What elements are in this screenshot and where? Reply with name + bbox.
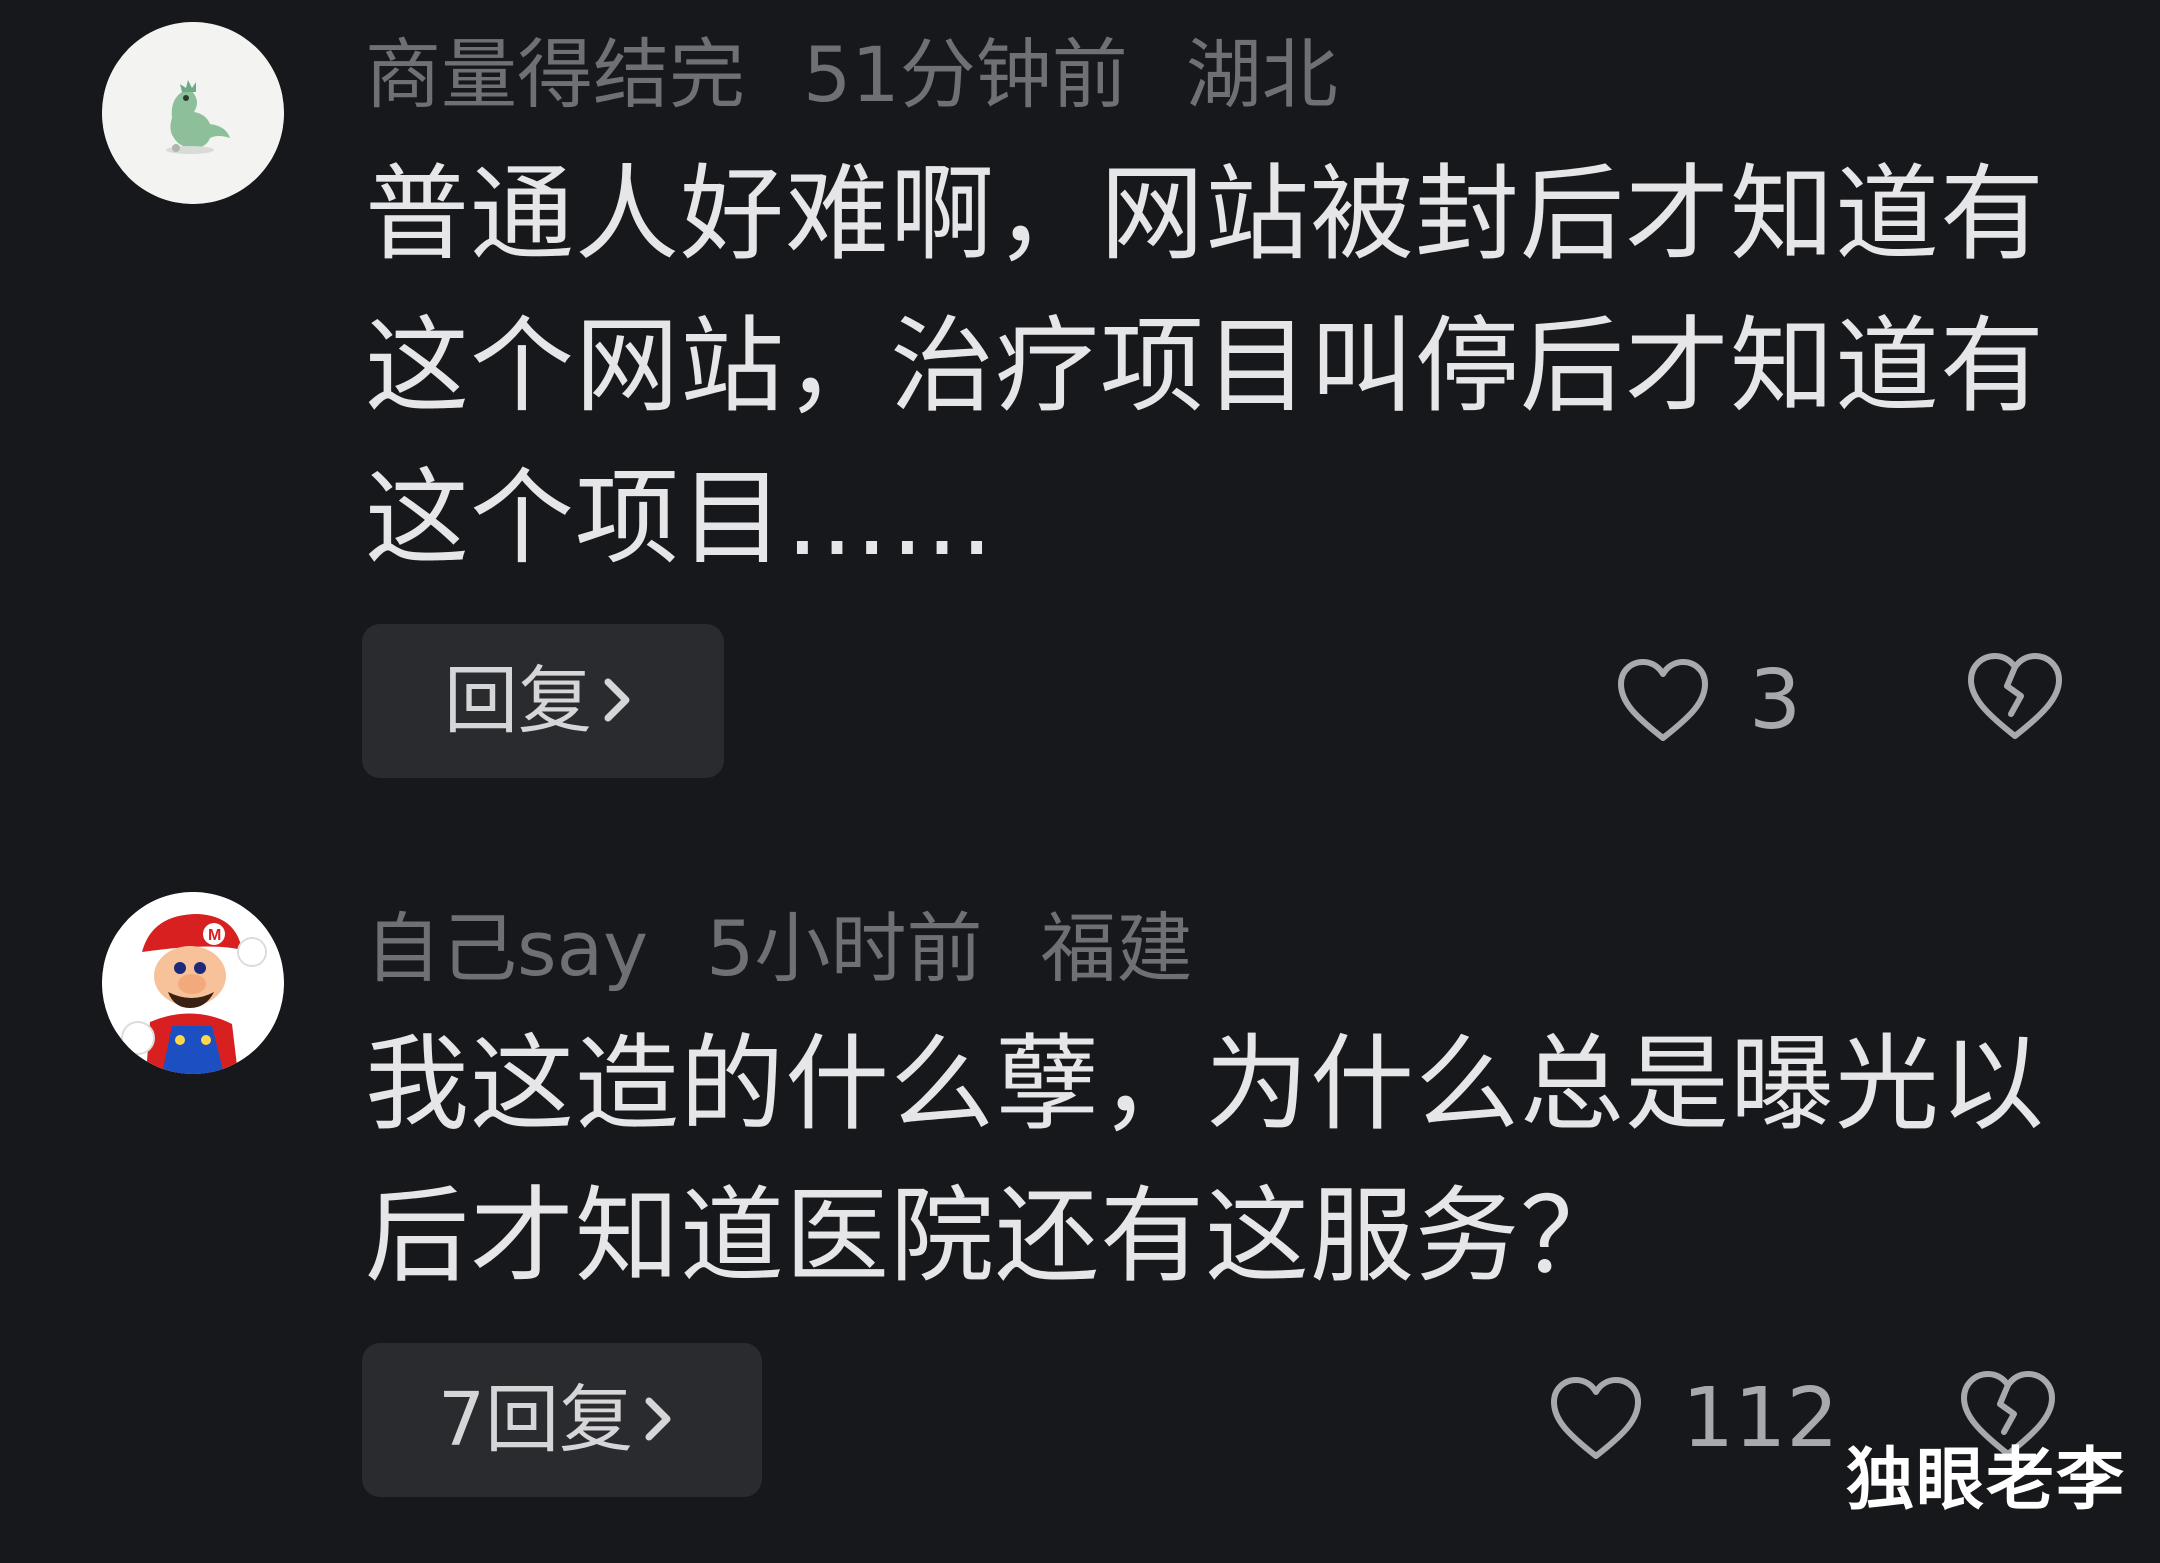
chevron-right-icon bbox=[598, 628, 638, 782]
location: 福建 bbox=[1040, 904, 1193, 993]
timestamp: 51分钟前 bbox=[803, 30, 1128, 119]
comment-text: 我这造的什么孽，为什么总是曝光以后才知道医院还有这服务？ bbox=[365, 1023, 2046, 1297]
watermark: 独眼老李 bbox=[1845, 1441, 2126, 1520]
reply-label: 回复 bbox=[444, 658, 592, 744]
like-control[interactable]: 3 bbox=[1615, 650, 1801, 750]
reply-button[interactable]: 7回复 bbox=[362, 1343, 762, 1497]
heart-icon bbox=[1551, 1377, 1641, 1459]
mario-avatar-icon: M bbox=[102, 892, 284, 1074]
like-control[interactable]: 112 bbox=[1548, 1368, 1839, 1468]
comment-text: 普通人好难啊，网站被封后才知道有这个网站，治疗项目叫停后才知道有这个项目…… bbox=[365, 153, 2046, 579]
user-avatar[interactable] bbox=[102, 22, 284, 204]
reply-button[interactable]: 回复 bbox=[362, 624, 724, 778]
comment-meta: 自己say 5小时前 福建 bbox=[365, 911, 1251, 987]
username[interactable]: 自己say bbox=[365, 904, 648, 993]
heart-icon bbox=[1618, 659, 1708, 741]
username[interactable]: 商量得结完 bbox=[365, 30, 745, 119]
reply-label: 7回复 bbox=[438, 1377, 634, 1463]
user-avatar[interactable]: M bbox=[102, 892, 284, 1074]
broken-heart-icon bbox=[1968, 653, 2062, 739]
like-count: 3 bbox=[1749, 652, 1802, 748]
location: 湖北 bbox=[1185, 30, 1338, 119]
comment-list-screen: 商量得结完 51分钟前 湖北 普通人好难啊，网站被封后才知道有这个网站，治疗项目叫停… bbox=[0, 0, 2160, 1563]
comment-meta: 商量得结完 51分钟前 湖北 bbox=[365, 37, 1396, 113]
dislike-button[interactable] bbox=[1965, 650, 2065, 750]
timestamp: 5小时前 bbox=[706, 904, 983, 993]
like-count: 112 bbox=[1682, 1370, 1839, 1466]
chevron-right-icon bbox=[639, 1347, 679, 1501]
svg-text:M: M bbox=[208, 927, 221, 944]
dinosaur-avatar-icon bbox=[102, 22, 284, 204]
